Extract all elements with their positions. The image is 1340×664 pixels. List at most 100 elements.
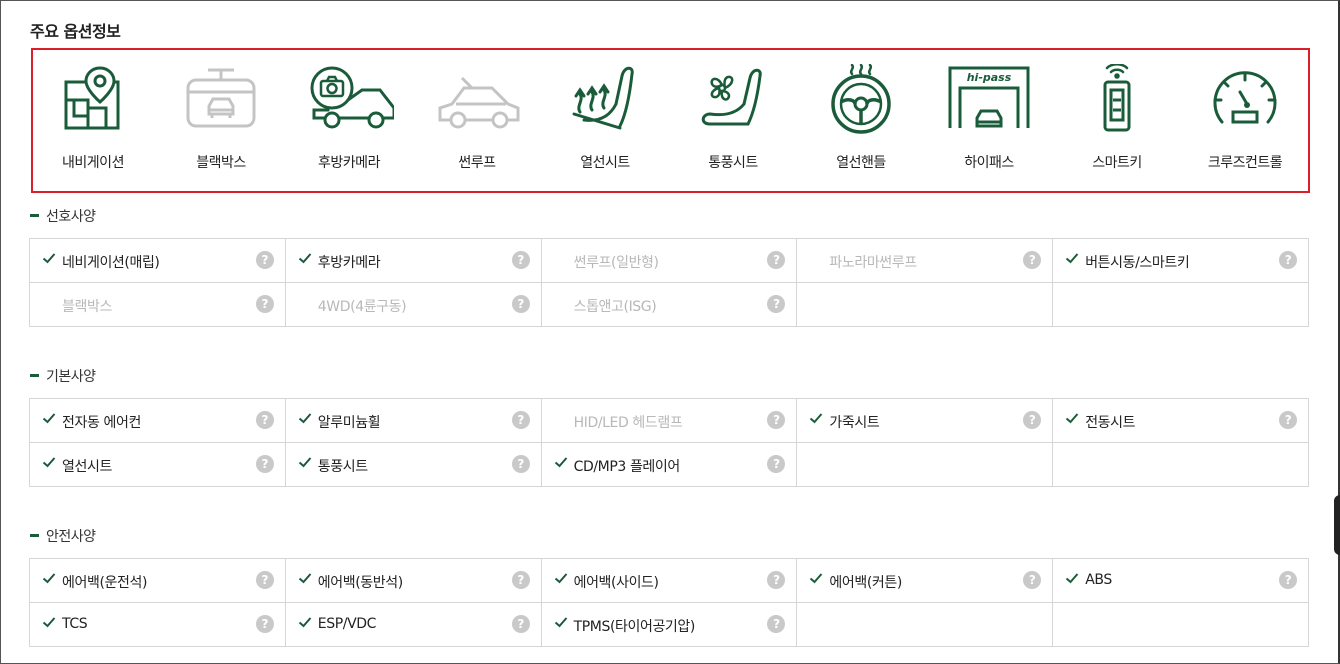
- preferred-options-table: 네비게이션(매립)? 후방카메라? 썬루프(일반형)? 파노라마썬루프? 버튼시동/스마…: [29, 238, 1309, 327]
- help-question-icon[interactable]: ?: [1023, 571, 1042, 589]
- help-question-icon[interactable]: ?: [1278, 251, 1297, 269]
- check-icon: [42, 457, 56, 468]
- help-question-icon[interactable]: ?: [255, 411, 274, 429]
- option-cell: 스톱앤고(ISG)?: [541, 283, 798, 327]
- hipass-logo-text: hi-pass: [967, 71, 1012, 84]
- table-row: 에어백(운전석)? 에어백(동반석)? 에어백(사이드)? 에어백(커튼)? ABS?: [30, 559, 1309, 603]
- check-icon: [554, 617, 567, 628]
- main-option-ventilated-seat[interactable]: 통풍시트: [673, 64, 793, 184]
- heated-steering-wheel-icon: [831, 64, 891, 134]
- option-label: TPMS(타이어공기압): [573, 619, 696, 635]
- check-icon: [1066, 573, 1079, 584]
- help-question-icon[interactable]: ?: [255, 251, 274, 269]
- section-dash: [30, 533, 39, 537]
- help-question-icon[interactable]: ?: [255, 615, 274, 633]
- check-icon: [554, 457, 567, 468]
- empty-cell: [797, 283, 1054, 327]
- help-question-icon[interactable]: ?: [511, 411, 530, 429]
- option-cell: 가죽시트?: [797, 399, 1054, 443]
- help-question-icon[interactable]: ?: [767, 571, 786, 589]
- main-option-navigation[interactable]: 내비게이션: [33, 64, 153, 184]
- table-row: TCS? ESP/VDC? TPMS(타이어공기압)?: [30, 603, 1309, 647]
- help-question-icon[interactable]: ?: [255, 455, 274, 473]
- empty-cell: [797, 603, 1054, 647]
- table-row: 전자동 에어컨? 알루미늄휠? HID/LED 헤드램프? 가죽시트? 전동시트?: [30, 399, 1309, 443]
- main-option-heated-steering[interactable]: 열선핸들: [801, 64, 921, 184]
- main-option-heated-seat[interactable]: 열선시트: [545, 64, 665, 184]
- sunroof-car-icon: [438, 76, 520, 129]
- help-question-icon[interactable]: ?: [511, 455, 530, 473]
- check-icon: [42, 413, 56, 424]
- help-question-icon[interactable]: ?: [255, 571, 274, 589]
- help-question-icon[interactable]: ?: [767, 615, 786, 633]
- option-cell: ESP/VDC?: [285, 603, 542, 647]
- option-cell: 파노라마썬루프?: [797, 239, 1054, 283]
- help-question-icon[interactable]: ?: [511, 251, 530, 269]
- section-title-text: 안전사양: [46, 529, 96, 545]
- main-option-rear-camera[interactable]: 후방카메라: [289, 64, 409, 184]
- option-cell: 통풍시트?: [285, 443, 542, 487]
- option-label: CD/MP3 플레이어: [573, 459, 681, 475]
- main-option-label: 스마트키: [1092, 155, 1142, 171]
- section-dash: [30, 373, 39, 377]
- help-question-icon[interactable]: ?: [511, 571, 530, 589]
- main-options-box: 내비게이션 블랙박스 후방카메라 썬루프 열선시트 통풍시트 열선핸들 hi-p…: [31, 48, 1310, 193]
- blackbox-camera-icon: [186, 68, 256, 128]
- option-cell: 4WD(4륜구동)?: [285, 283, 542, 327]
- help-question-icon[interactable]: ?: [767, 295, 786, 313]
- option-label: 가죽시트: [829, 415, 880, 431]
- help-question-icon[interactable]: ?: [511, 615, 530, 633]
- option-label: 네비게이션(매립): [62, 255, 160, 271]
- check-icon: [554, 573, 567, 584]
- table-row: 열선시트? 통풍시트? CD/MP3 플레이어?: [30, 443, 1309, 487]
- main-option-cruise-control[interactable]: 크루즈컨트롤: [1185, 64, 1305, 184]
- check-icon: [1066, 253, 1079, 264]
- option-label: 썬루프(일반형): [573, 255, 659, 271]
- option-cell: 후방카메라?: [285, 239, 542, 283]
- main-option-blackbox[interactable]: 블랙박스: [161, 64, 281, 184]
- help-question-icon[interactable]: ?: [1278, 411, 1297, 429]
- option-label: 에어백(운전석): [62, 575, 148, 591]
- help-question-icon[interactable]: ?: [767, 411, 786, 429]
- option-label: 열선시트: [62, 459, 112, 475]
- main-option-sunroof[interactable]: 썬루프: [417, 64, 537, 184]
- check-icon: [298, 413, 312, 424]
- option-label: TCS: [62, 616, 88, 632]
- option-cell: ABS?: [1053, 559, 1309, 603]
- main-option-hipass[interactable]: hi-pass 하이패스: [929, 64, 1049, 184]
- section-dash: [30, 213, 39, 217]
- main-option-label: 열선시트: [580, 155, 630, 171]
- heated-seat-icon: [572, 66, 634, 130]
- help-question-icon[interactable]: ?: [1023, 251, 1042, 269]
- main-option-label: 크루즈컨트롤: [1207, 155, 1283, 171]
- option-label: HID/LED 헤드램프: [573, 415, 683, 431]
- option-cell: 에어백(동반석)?: [285, 559, 542, 603]
- option-cell: 블랙박스?: [30, 283, 286, 327]
- scrollbar-edge[interactable]: [1334, 495, 1340, 555]
- help-question-icon[interactable]: ?: [767, 251, 786, 269]
- option-cell: 전자동 에어컨?: [30, 399, 286, 443]
- option-cell: 에어백(사이드)?: [541, 559, 798, 603]
- option-label: 에어백(커튼): [829, 575, 902, 591]
- smart-key-icon: [1103, 64, 1131, 132]
- empty-cell: [797, 443, 1054, 487]
- section-main-options-title: 주요 옵션정보: [30, 22, 121, 41]
- table-row: 블랙박스? 4WD(4륜구동)? 스톱앤고(ISG)?: [30, 283, 1309, 327]
- rear-camera-icon: [310, 66, 394, 129]
- help-question-icon[interactable]: ?: [255, 295, 274, 313]
- check-icon: [1066, 413, 1079, 424]
- section-preferred-title: 선호사양: [30, 206, 96, 226]
- check-icon: [298, 617, 312, 628]
- help-question-icon[interactable]: ?: [511, 295, 530, 313]
- option-label: 전자동 에어컨: [62, 415, 141, 431]
- navigation-map-icon: [64, 66, 120, 130]
- help-question-icon[interactable]: ?: [1278, 571, 1297, 589]
- main-option-smart-key[interactable]: 스마트키: [1057, 64, 1177, 184]
- safety-options-table: 에어백(운전석)? 에어백(동반석)? 에어백(사이드)? 에어백(커튼)? ABS? T…: [29, 558, 1309, 647]
- basic-options-table: 전자동 에어컨? 알루미늄휠? HID/LED 헤드램프? 가죽시트? 전동시트? 열선시…: [29, 398, 1309, 487]
- option-label: 4WD(4륜구동): [317, 299, 407, 315]
- main-option-label: 블랙박스: [196, 155, 246, 171]
- main-option-label: 후방카메라: [318, 155, 380, 171]
- help-question-icon[interactable]: ?: [1023, 411, 1042, 429]
- help-question-icon[interactable]: ?: [767, 455, 786, 473]
